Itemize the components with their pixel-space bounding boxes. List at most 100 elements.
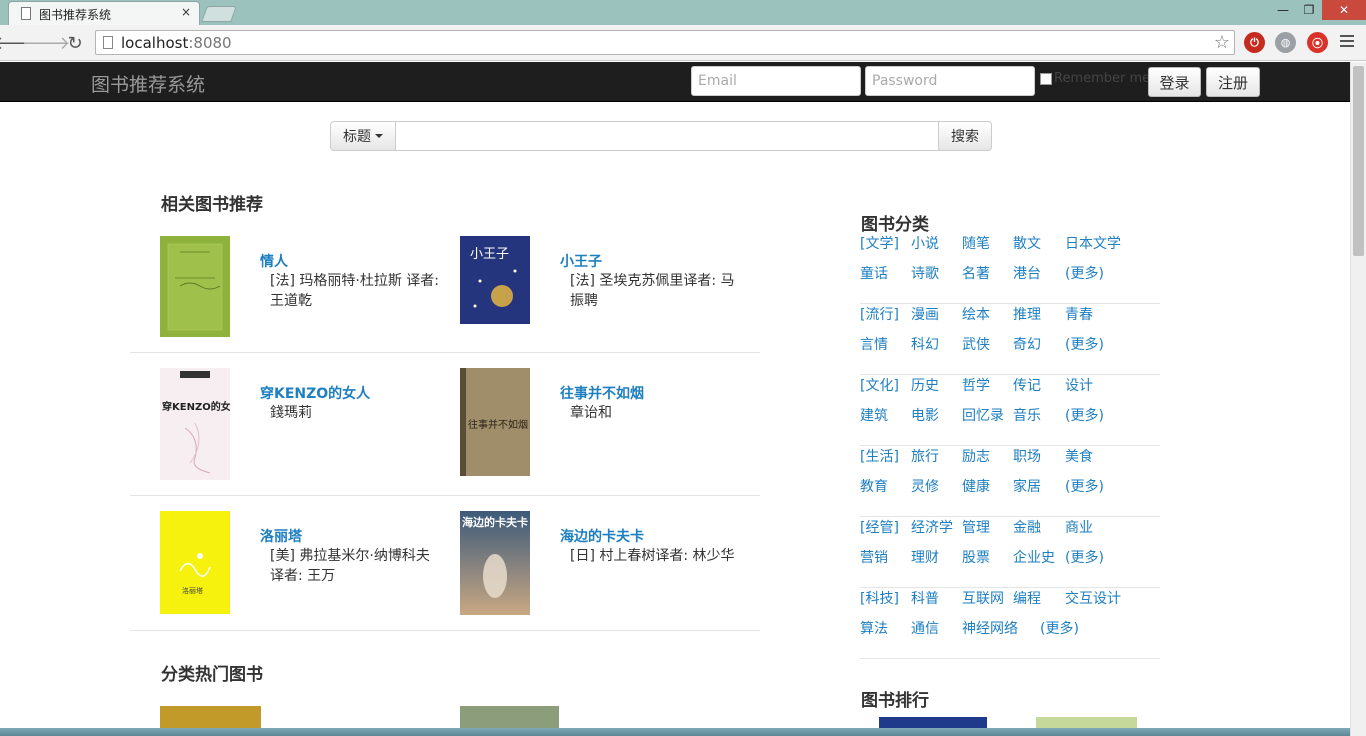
category-link[interactable]: 历史 [911, 375, 939, 395]
category-link[interactable]: 教育 [860, 476, 888, 496]
category-link[interactable]: 理财 [911, 547, 939, 567]
category-link[interactable]: 散文 [1013, 233, 1041, 253]
scrollbar-thumb[interactable] [1353, 66, 1364, 256]
brand-title[interactable]: 图书推荐系统 [91, 70, 205, 97]
remember-checkbox[interactable] [1040, 72, 1052, 85]
category-link[interactable]: 商业 [1065, 517, 1093, 537]
category-link[interactable]: (更多) [1040, 618, 1079, 638]
password-input[interactable]: Password [865, 66, 1035, 96]
category-link[interactable]: 健康 [962, 476, 990, 496]
forward-arrow-icon[interactable]: 🡒 [22, 31, 70, 55]
category-link[interactable]: 编程 [1013, 588, 1041, 608]
category-link[interactable]: 回忆录 [962, 405, 1004, 425]
category-link[interactable]: 言情 [860, 334, 888, 354]
category-link[interactable]: [流行] [860, 304, 899, 324]
search-field-dropdown[interactable]: 标题 [330, 121, 396, 151]
globe-extension-icon[interactable]: ◍ [1275, 32, 1296, 53]
category-link[interactable]: 哲学 [962, 375, 990, 395]
category-link[interactable]: 小说 [911, 233, 939, 253]
category-link[interactable]: 港台 [1013, 263, 1041, 283]
email-input[interactable]: Email [691, 66, 861, 96]
category-link[interactable]: 名著 [962, 263, 990, 283]
category-link[interactable]: [科技] [860, 588, 899, 608]
category-link[interactable]: 科幻 [911, 334, 939, 354]
bookmark-star-icon[interactable]: ☆ [1214, 32, 1230, 53]
category-link[interactable]: 科普 [911, 588, 939, 608]
tab-close-icon[interactable]: × [181, 5, 191, 19]
category-link[interactable]: 灵修 [911, 476, 939, 496]
window-controls: — ❐ ✕ [1270, 0, 1366, 20]
category-link[interactable]: [生活] [860, 446, 899, 466]
category-link[interactable]: 经济学 [911, 517, 953, 537]
category-link[interactable]: 家居 [1013, 476, 1041, 496]
book-cover-image[interactable]: 洛丽塔 [160, 511, 230, 614]
category-link[interactable]: [文化] [860, 375, 899, 395]
category-link[interactable]: (更多) [1065, 405, 1104, 425]
category-link[interactable]: (更多) [1065, 547, 1104, 567]
category-link[interactable]: 音乐 [1013, 405, 1041, 425]
book-title-link[interactable]: 小王子 [560, 251, 602, 271]
book-cover-image[interactable]: 往事并不如烟 [460, 368, 530, 476]
search-button[interactable]: 搜索 [938, 121, 992, 151]
category-link[interactable]: 武侠 [962, 334, 990, 354]
category-link[interactable]: 营销 [860, 547, 888, 567]
category-link[interactable]: 传记 [1013, 375, 1041, 395]
search-input[interactable] [395, 121, 939, 151]
category-link[interactable]: 绘本 [962, 304, 990, 324]
category-link[interactable]: 交互设计 [1065, 588, 1121, 608]
category-link[interactable]: 日本文学 [1065, 233, 1121, 253]
book-author: 章诒和 [570, 405, 612, 421]
pocket-extension-icon[interactable]: ⦿ [1307, 32, 1328, 53]
category-link[interactable]: 童话 [860, 263, 888, 283]
category-link[interactable]: 推理 [1013, 304, 1041, 324]
category-link[interactable]: 随笔 [962, 233, 990, 253]
book-cover-image[interactable]: 小王子 [460, 236, 530, 324]
category-link[interactable]: [文学] [860, 233, 899, 253]
category-link[interactable]: 励志 [962, 446, 990, 466]
book-cover-image[interactable]: 穿KENZO的女人 [160, 368, 230, 480]
close-window-button[interactable]: ✕ [1322, 0, 1366, 20]
reload-icon[interactable]: ↻ [63, 31, 87, 55]
category-link[interactable]: [经管] [860, 517, 899, 537]
register-button[interactable]: 注册 [1206, 67, 1260, 97]
category-link[interactable]: 神经网络 [962, 618, 1018, 638]
category-link[interactable]: 漫画 [911, 304, 939, 324]
book-title-link[interactable]: 往事并不如烟 [560, 383, 644, 403]
book-title-link[interactable]: 情人 [260, 251, 288, 271]
category-link[interactable]: 金融 [1013, 517, 1041, 537]
book-cover-image[interactable] [160, 236, 230, 337]
category-link[interactable]: 通信 [911, 618, 939, 638]
category-link[interactable]: 设计 [1065, 375, 1093, 395]
category-link[interactable]: 建筑 [860, 405, 888, 425]
new-tab-button[interactable] [201, 6, 237, 22]
browser-tab[interactable]: 图书推荐系统 × [8, 1, 200, 25]
category-link[interactable]: 诗歌 [911, 263, 939, 283]
book-title-link[interactable]: 穿KENZO的女人 [260, 383, 370, 403]
login-button[interactable]: 登录 [1148, 67, 1201, 97]
category-link[interactable]: 美食 [1065, 446, 1093, 466]
restore-button[interactable]: ❐ [1296, 0, 1322, 20]
book-title-link[interactable]: 海边的卡夫卡 [560, 526, 644, 546]
book-title-link[interactable]: 洛丽塔 [260, 526, 302, 546]
category-link[interactable]: 算法 [860, 618, 888, 638]
category-link[interactable]: 互联网 [962, 588, 1004, 608]
category-link[interactable]: (更多) [1065, 263, 1104, 283]
category-link[interactable]: 职场 [1013, 446, 1041, 466]
page-scrollbar[interactable] [1350, 62, 1366, 736]
book-author: [日] 村上春树译者: 林少华 [570, 548, 735, 564]
adblock-extension-icon[interactable]: ⏻ [1244, 32, 1265, 53]
category-link[interactable]: 奇幻 [1013, 334, 1041, 354]
category-link[interactable]: 电影 [911, 405, 939, 425]
category-link[interactable]: 企业史 [1013, 547, 1055, 567]
book-cover-image[interactable]: 海边的卡夫卡 [460, 511, 530, 615]
browser-menu-icon[interactable] [1340, 35, 1354, 50]
category-link[interactable]: (更多) [1065, 334, 1104, 354]
book-author: [法] 玛格丽特·杜拉斯 译者: 王道乾 [270, 273, 439, 309]
category-link[interactable]: 青春 [1065, 304, 1093, 324]
category-link[interactable]: 旅行 [911, 446, 939, 466]
minimize-button[interactable]: — [1270, 0, 1296, 20]
category-link[interactable]: 管理 [962, 517, 990, 537]
address-bar[interactable]: localhost:8080 ☆ [95, 30, 1235, 55]
category-link[interactable]: (更多) [1065, 476, 1104, 496]
category-link[interactable]: 股票 [962, 547, 990, 567]
